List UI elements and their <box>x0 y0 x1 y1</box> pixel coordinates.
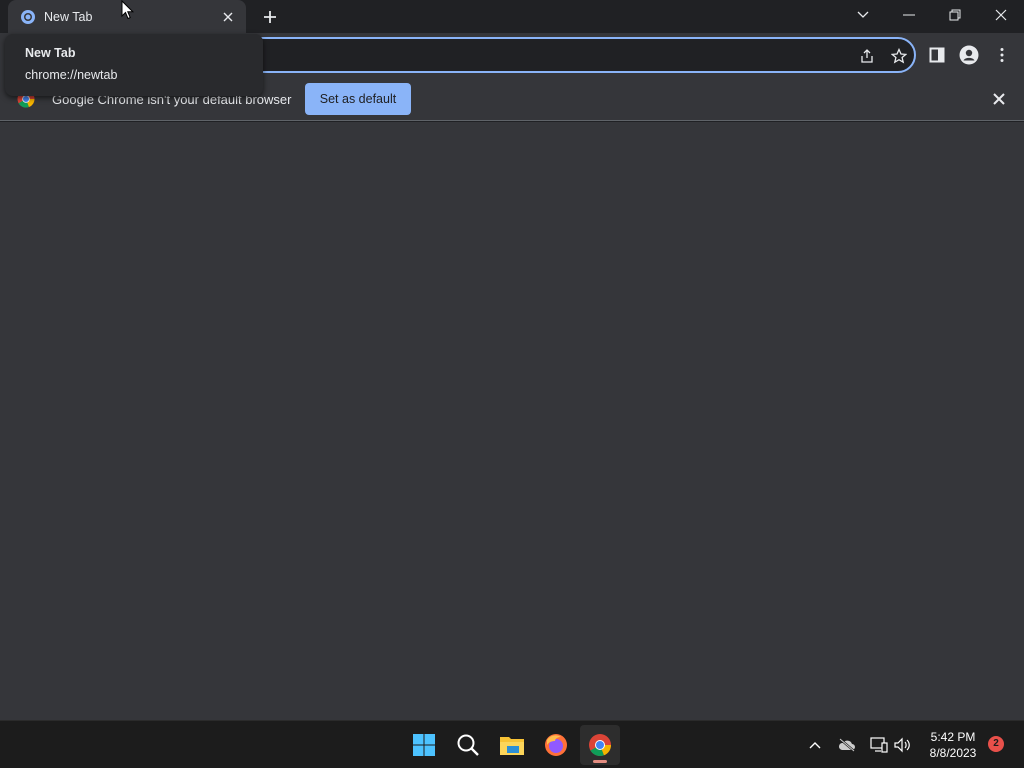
taskbar: 5:42 PM 8/8/2023 <box>0 720 1024 768</box>
hover-card-title: New Tab <box>25 46 76 60</box>
profile-avatar-icon[interactable] <box>958 44 980 66</box>
onedrive-offline-icon[interactable] <box>837 735 857 755</box>
close-window-button[interactable] <box>978 0 1024 30</box>
system-clock[interactable]: 5:42 PM 8/8/2023 <box>922 729 984 761</box>
chrome-newtab-icon <box>20 9 36 25</box>
active-app-indicator <box>593 760 607 763</box>
tab-search-button[interactable] <box>840 0 886 30</box>
clock-time: 5:42 PM <box>930 730 976 744</box>
share-icon[interactable] <box>858 47 876 65</box>
chrome-taskbar-icon[interactable] <box>580 725 620 765</box>
file-explorer-icon[interactable] <box>492 725 532 765</box>
page-content <box>0 122 1024 720</box>
kebab-menu-icon[interactable] <box>991 44 1013 66</box>
restore-button[interactable] <box>932 0 978 30</box>
chevron-up-icon[interactable] <box>805 735 825 755</box>
hover-card-url: chrome://newtab <box>25 68 118 82</box>
network-icon[interactable] <box>869 735 889 755</box>
clock-date: 8/8/2023 <box>929 746 977 760</box>
address-bar[interactable] <box>170 37 916 73</box>
search-icon[interactable] <box>448 725 488 765</box>
volume-icon[interactable] <box>892 735 912 755</box>
close-icon[interactable] <box>990 90 1008 108</box>
close-icon[interactable] <box>220 9 236 25</box>
firefox-icon[interactable] <box>536 725 576 765</box>
start-button[interactable] <box>404 725 444 765</box>
notification-badge[interactable]: 2 <box>988 736 1004 752</box>
tab-strip: New Tab <box>0 0 1024 33</box>
minimize-button[interactable] <box>886 0 932 30</box>
tab-hover-card: New Tab chrome://newtab <box>5 34 263 96</box>
bookmark-star-icon[interactable] <box>890 47 908 65</box>
set-as-default-button[interactable]: Set as default <box>305 83 411 115</box>
mouse-cursor-icon <box>121 0 135 20</box>
new-tab-button[interactable] <box>258 5 282 29</box>
side-panel-icon[interactable] <box>926 44 948 66</box>
